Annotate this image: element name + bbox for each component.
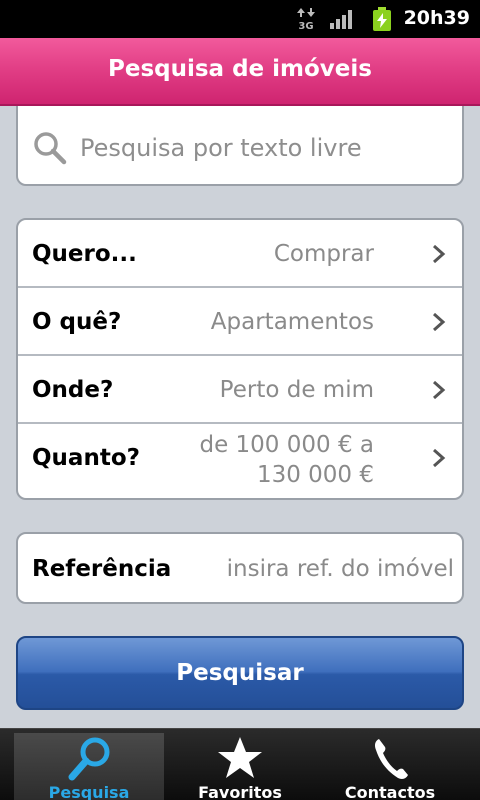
reference-field[interactable]: Referência: [16, 532, 464, 604]
filter-label: Quanto?: [32, 445, 140, 471]
status-bar: 3G 20h39: [0, 0, 480, 38]
price-range-line2: 130 000 €: [256, 462, 374, 488]
reference-input[interactable]: [208, 550, 454, 588]
filter-value: de 100 000 € a 130 000 €: [174, 430, 374, 490]
filter-label: Quero...: [32, 241, 137, 267]
search-icon: [34, 132, 67, 165]
search-icon: [68, 737, 110, 781]
tab-pesquisa[interactable]: Pesquisa: [14, 733, 164, 800]
filter-list: Quero... Comprar O quê? Apartamentos Ond…: [16, 218, 464, 500]
tab-label: Contactos: [344, 783, 436, 800]
clock: 20h39: [403, 7, 470, 29]
title-bar: Pesquisa de imóveis: [0, 38, 480, 106]
filter-label: O quê?: [32, 309, 122, 335]
phone-icon: [375, 739, 408, 779]
page-title: Pesquisa de imóveis: [108, 56, 372, 82]
filter-row-o-que[interactable]: O quê? Apartamentos: [18, 288, 462, 356]
filter-row-onde[interactable]: Onde? Perto de mim: [18, 356, 462, 424]
tab-contactos[interactable]: Contactos: [315, 733, 465, 800]
tab-label: Pesquisa: [48, 783, 130, 800]
star-icon: [218, 737, 262, 778]
search-input[interactable]: [80, 130, 450, 166]
tab-favoritos[interactable]: Favoritos: [165, 733, 315, 800]
filter-label: Onde?: [32, 377, 114, 403]
network-type-label: 3G: [298, 21, 313, 31]
battery-charging-icon: [373, 7, 391, 31]
chevron-right-icon: [433, 312, 446, 332]
filter-row-quero[interactable]: Quero... Comprar: [18, 220, 462, 288]
filter-value: Comprar: [273, 241, 374, 267]
reference-label: Referência: [32, 556, 172, 582]
tab-label: Favoritos: [198, 783, 282, 800]
signal-icon: [330, 10, 352, 29]
data-transfer-icon: 3G: [297, 8, 315, 31]
search-form: Quero... Comprar O quê? Apartamentos Ond…: [0, 106, 480, 728]
filter-value: Apartamentos: [210, 309, 374, 335]
chevron-right-icon: [433, 244, 446, 264]
search-field[interactable]: [16, 106, 464, 186]
price-range-line1: de 100 000 € a: [199, 432, 374, 458]
filter-value: Perto de mim: [219, 377, 374, 403]
search-button[interactable]: Pesquisar: [16, 636, 464, 710]
tab-bar: Pesquisa Favoritos Contactos: [0, 728, 480, 800]
filter-row-quanto[interactable]: Quanto? de 100 000 € a 130 000 €: [18, 424, 462, 494]
chevron-right-icon: [433, 448, 446, 468]
chevron-right-icon: [433, 380, 446, 400]
